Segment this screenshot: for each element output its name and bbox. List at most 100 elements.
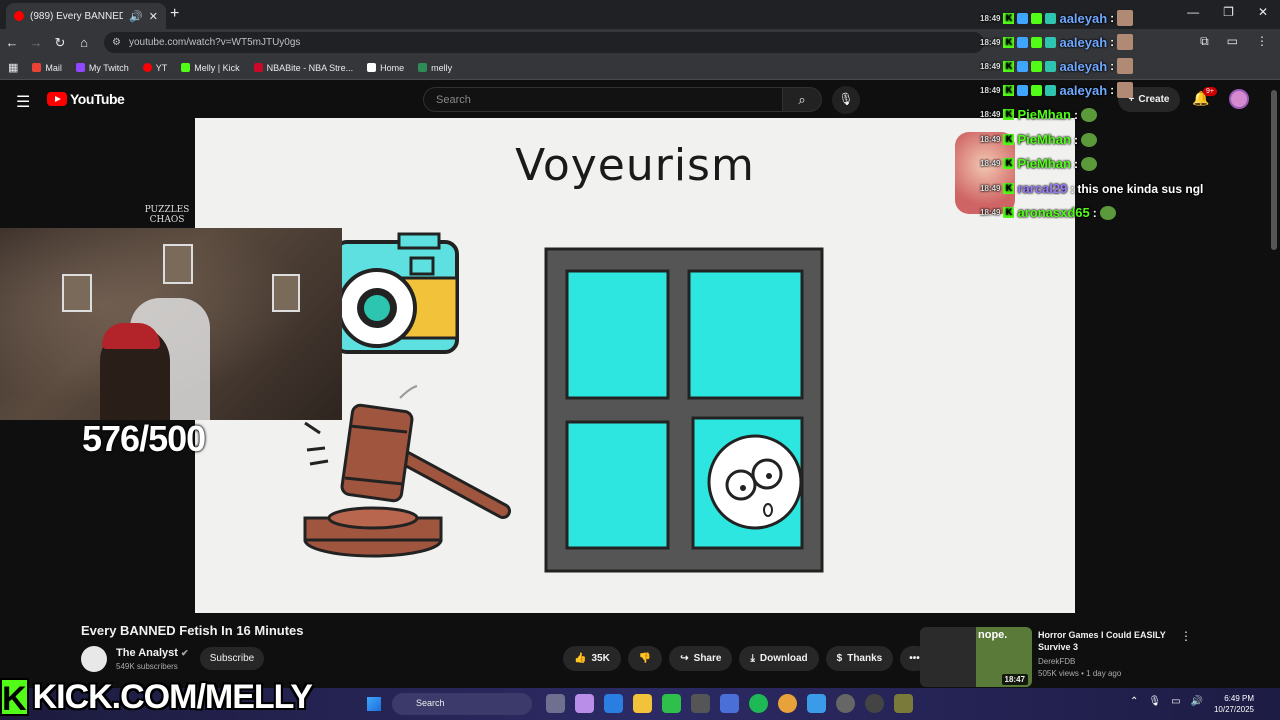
chat-username: rarcal29 <box>1017 181 1068 196</box>
chat-emote-icon <box>1080 132 1097 147</box>
chat-colon: : <box>1070 181 1075 196</box>
close-tab-icon[interactable]: ✕ <box>149 10 158 23</box>
thanks-icon: $ <box>836 653 843 664</box>
kick-url: KICK.COM/MELLY <box>32 677 313 716</box>
minimize-icon[interactable]: — <box>1187 5 1199 19</box>
chat-colon: : <box>1110 11 1115 25</box>
volume-icon[interactable]: 🔊 <box>1191 696 1203 707</box>
browser-tab[interactable]: (989) Every BANNED Fetish 🔊 ✕ <box>6 3 166 29</box>
xbox-icon[interactable] <box>662 694 681 713</box>
recommended-channel[interactable]: DerekFDB <box>1038 657 1075 666</box>
account-avatar[interactable] <box>1229 89 1249 109</box>
close-window-icon[interactable]: ✕ <box>1258 5 1268 19</box>
chat-emote-icon <box>1080 156 1097 171</box>
search-input[interactable]: Search <box>423 87 783 112</box>
chat-message: 18:49 K PieMhan: <box>980 107 1097 122</box>
page-scrollbar[interactable] <box>1271 90 1277 250</box>
chat-colon: : <box>1110 83 1115 97</box>
copilot-icon[interactable] <box>575 694 594 713</box>
app-icon[interactable] <box>894 694 913 713</box>
bookmark-home[interactable]: Home <box>367 63 404 73</box>
network-icon[interactable]: ▭ <box>1171 696 1180 707</box>
download-button[interactable]: ⤓ Download <box>739 646 819 671</box>
url-field[interactable]: ⚙ youtube.com/watch?v=WT5mJTUy0gs <box>104 32 984 53</box>
channel-avatar[interactable] <box>81 646 107 672</box>
gmail-icon <box>32 63 42 72</box>
spotify-icon[interactable] <box>749 694 768 713</box>
bookmark-kick[interactable]: Melly | Kick <box>181 63 240 73</box>
speaker-icon[interactable]: 🔊 <box>129 10 143 23</box>
file-explorer-icon[interactable] <box>633 694 652 713</box>
back-icon[interactable]: ← <box>0 35 24 50</box>
forward-icon[interactable]: → <box>24 35 48 50</box>
taskbar-search[interactable]: Search <box>392 693 532 715</box>
new-tab-button[interactable]: + <box>170 5 179 23</box>
maximize-icon[interactable]: ❐ <box>1223 5 1234 19</box>
youtube-logo[interactable]: YouTube <box>47 91 125 107</box>
taskbar-clock[interactable]: 6:49 PM 10/27/2025 <box>1208 693 1254 715</box>
chat-badge-icon <box>1017 60 1029 72</box>
thumbs-down-icon: 👎 <box>638 653 652 664</box>
channel-name-text: The Analyst <box>116 647 178 659</box>
bookmark-label: NBABite - NBA Stre... <box>266 62 354 73</box>
share-button[interactable]: ↪ Share <box>669 646 733 671</box>
chat-timestamp: 18:49 <box>980 61 1001 71</box>
chat-badge-icon <box>1045 36 1057 48</box>
photos-icon[interactable] <box>807 694 826 713</box>
chat-emote-icon <box>1117 82 1134 98</box>
channel-name[interactable]: The Analyst ✔ <box>116 647 189 659</box>
chat-timestamp: 18:49 <box>980 184 1001 193</box>
dislike-button[interactable]: 👎 <box>627 646 663 671</box>
tray-chevron-icon[interactable]: ⌃ <box>1130 696 1138 707</box>
bookmark-mail[interactable]: Mail <box>32 63 62 73</box>
chat-emote-icon <box>1117 34 1134 50</box>
like-button[interactable]: 👍 35K <box>563 646 621 671</box>
extensions-icon[interactable]: ⧉ <box>1200 34 1209 49</box>
chat-username: PieMhan <box>1017 132 1071 147</box>
recommended-thumbnail[interactable]: nope. 18:47 <box>920 627 1032 687</box>
chat-username: aronasxd65 <box>1017 205 1090 220</box>
chat-colon: : <box>1073 156 1078 171</box>
recommended-title[interactable]: Horror Games I Could EASILY Survive 3 <box>1038 629 1168 653</box>
hamburger-menu-icon[interactable]: ☰ <box>16 92 30 112</box>
more-options-icon[interactable]: ⋮ <box>1180 629 1192 643</box>
search-button[interactable]: ⌕ <box>782 87 822 112</box>
chat-timestamp: 18:49 <box>980 37 1001 47</box>
task-view-icon[interactable] <box>546 694 565 713</box>
chat-badge-icon <box>1031 60 1043 72</box>
bookmark-twitch[interactable]: My Twitch <box>75 63 129 73</box>
wall-frame <box>62 274 92 312</box>
menu-dots-icon[interactable]: ⋮ <box>1256 34 1268 49</box>
bookmark-yt[interactable]: YT <box>142 63 167 73</box>
voice-search-button[interactable]: 🎙 <box>832 86 860 114</box>
kick-badge-icon: K <box>1003 207 1015 218</box>
apps-grid-icon[interactable]: ▦ <box>8 61 18 74</box>
chat-message: 18:49 Karonasxd65: <box>980 205 1116 220</box>
store-icon[interactable] <box>720 694 739 713</box>
x-icon <box>367 63 377 72</box>
steam-icon[interactable] <box>691 694 710 713</box>
share-label: Share <box>693 653 722 664</box>
chat-message: 18:49 K PieMhan: <box>980 132 1097 147</box>
window-icon <box>544 247 824 573</box>
edge-icon[interactable] <box>604 694 623 713</box>
thanks-button[interactable]: $ Thanks <box>825 646 894 671</box>
obs-icon[interactable] <box>865 694 884 713</box>
media-player-icon[interactable] <box>836 694 855 713</box>
subscribe-button[interactable]: Subscribe <box>200 647 264 670</box>
sidepanel-icon[interactable]: ▭ <box>1227 34 1238 49</box>
bookmark-nbabite[interactable]: NBABite - NBA Stre... <box>253 62 354 73</box>
kick-logo-icon: K <box>0 678 29 718</box>
windows-start-icon[interactable] <box>367 697 381 711</box>
taskbar-search-label: Search <box>416 698 445 708</box>
chrome-icon[interactable] <box>778 694 797 713</box>
home-icon[interactable]: ⌂ <box>72 35 96 50</box>
thanks-label: Thanks <box>847 653 883 664</box>
bookmark-melly[interactable]: melly <box>418 63 452 73</box>
tray-mic-icon[interactable]: 🎙 <box>1148 696 1161 707</box>
site-info-icon[interactable]: ⚙ <box>112 37 121 48</box>
chat-badge-icon <box>1031 84 1043 96</box>
recommended-video[interactable]: nope. 18:47 Horror Games I Could EASILY … <box>920 627 1200 687</box>
chat-timestamp: 18:49 <box>980 208 1001 217</box>
reload-icon[interactable]: ↻ <box>48 35 72 51</box>
